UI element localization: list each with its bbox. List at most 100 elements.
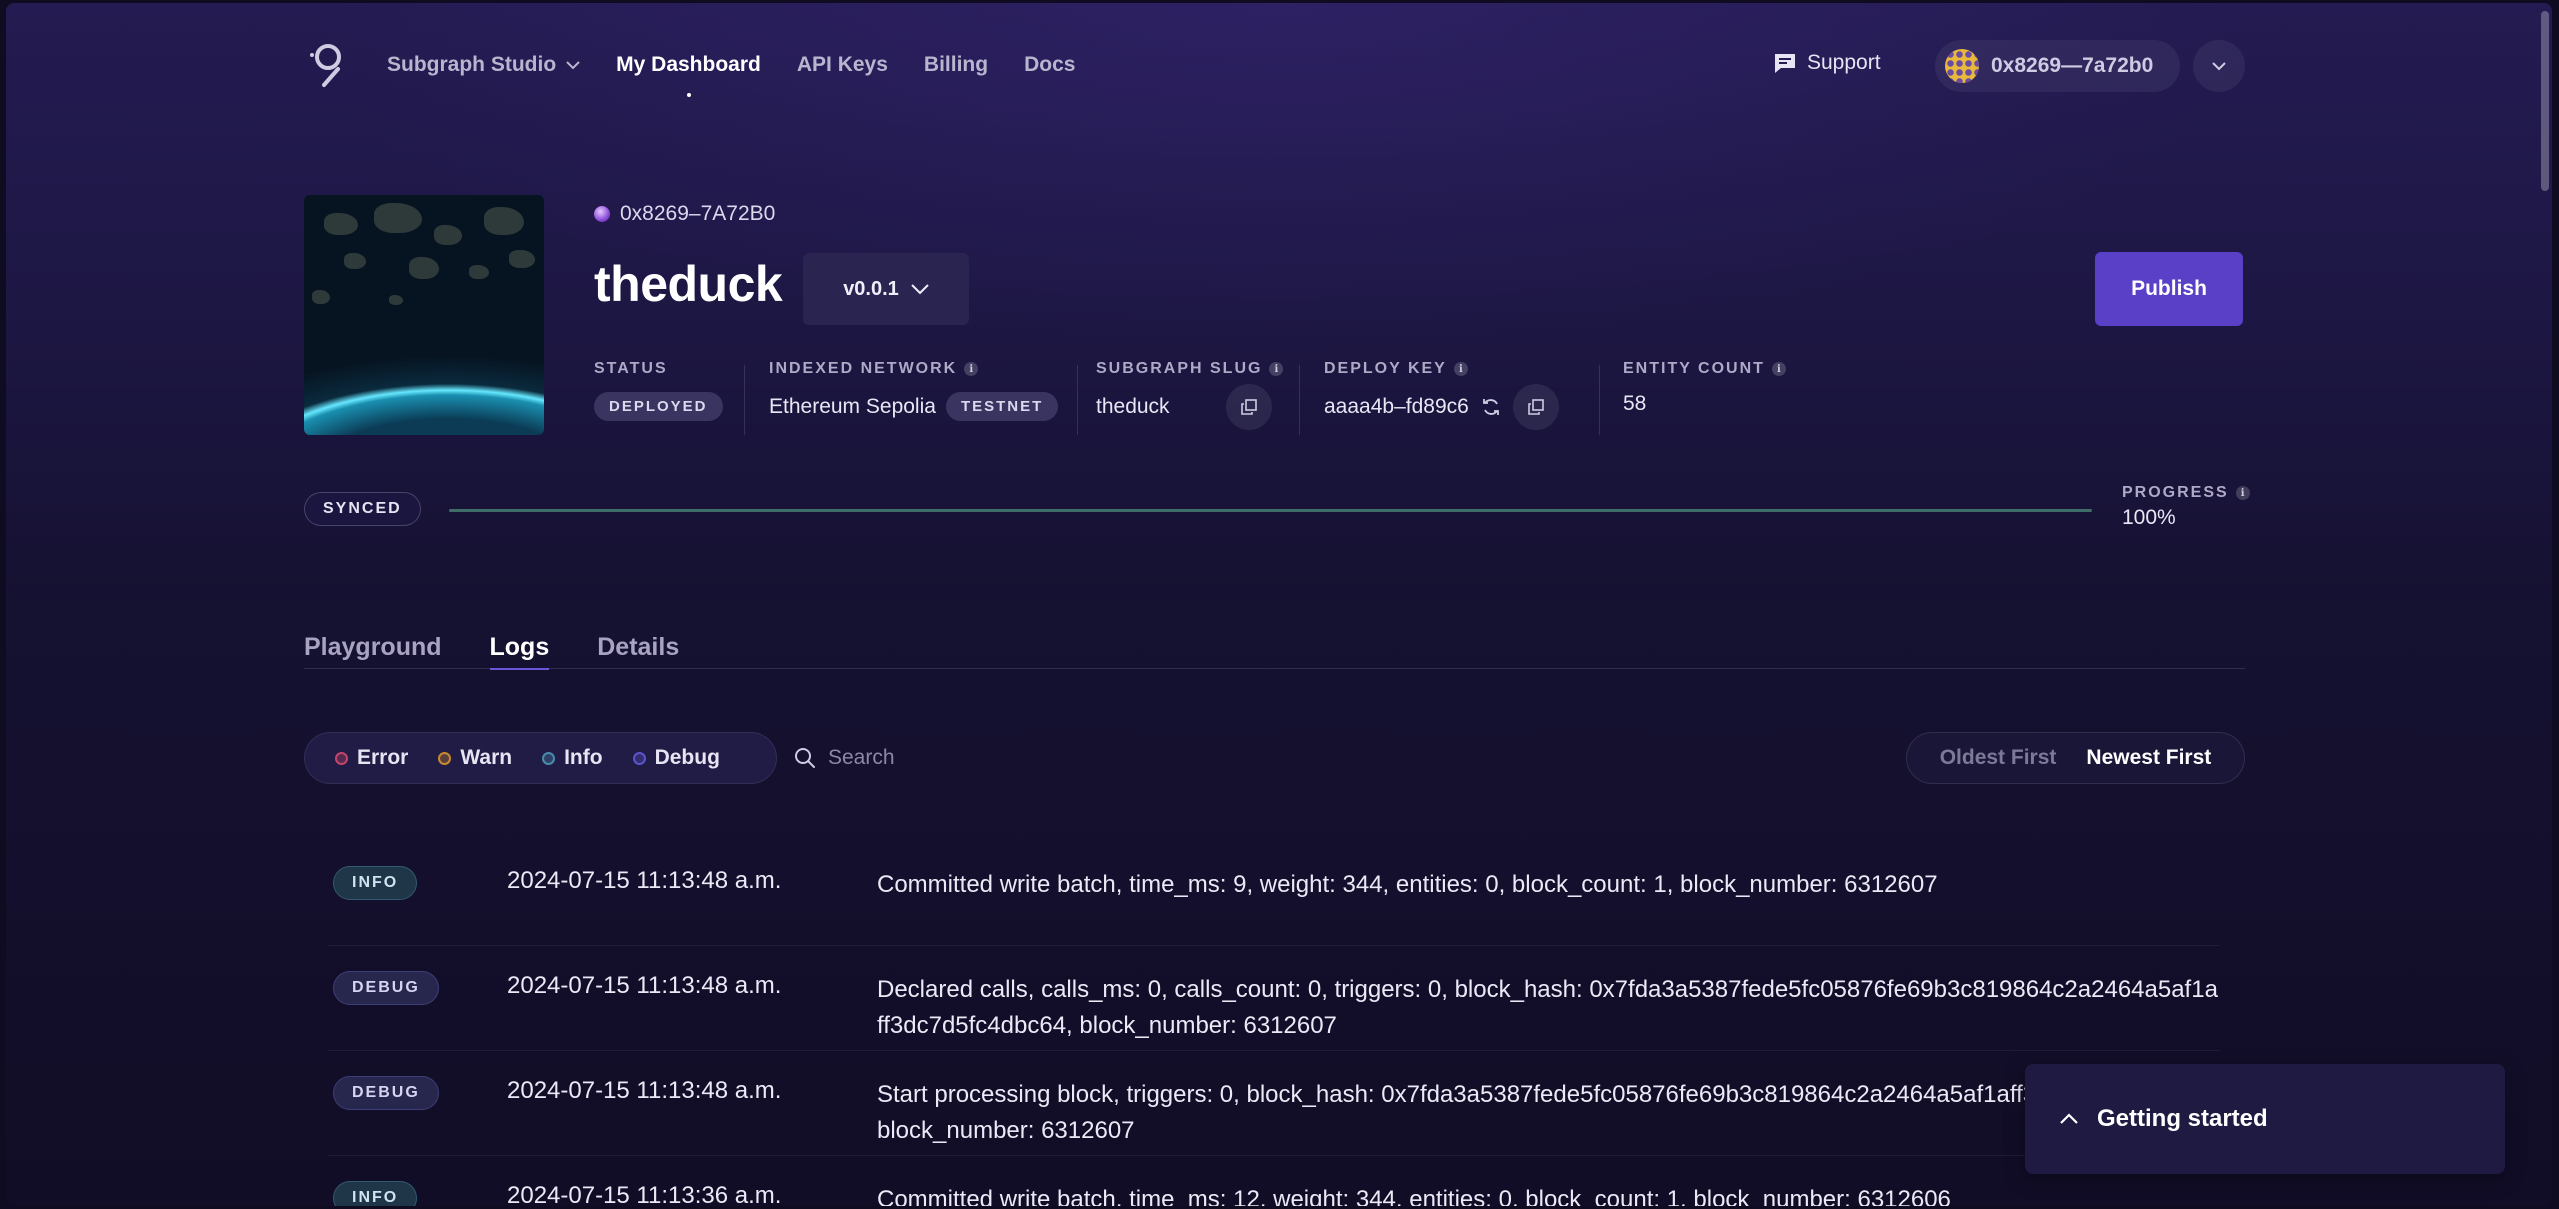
copy-slug-button[interactable]: [1226, 384, 1272, 430]
chevron-down-icon: [911, 283, 929, 294]
log-level-badge: INFO: [333, 866, 418, 900]
copy-icon: [1528, 399, 1544, 415]
info-icon[interactable]: i: [2235, 486, 2250, 500]
the-graph-logo[interactable]: [310, 41, 350, 89]
getting-started-label: Getting started: [2097, 1105, 2268, 1132]
account-address: 0x8269—7a72b0: [1991, 54, 2154, 77]
nav-label: Subgraph Studio: [387, 53, 557, 76]
status-label: STATUS: [594, 360, 668, 377]
nav-docs[interactable]: Docs: [1024, 53, 1075, 77]
log-timestamp: 2024-07-15 11:13:36 a.m.: [507, 1182, 782, 1206]
filter-warn[interactable]: Warn: [438, 746, 512, 770]
info-icon[interactable]: i: [1453, 362, 1468, 376]
nav-subgraph-studio[interactable]: Subgraph Studio: [387, 53, 580, 77]
info-dot-icon: [542, 751, 556, 765]
nav-my-dashboard[interactable]: My Dashboard: [616, 53, 761, 77]
account-button[interactable]: 0x8269—7a72b0: [1935, 40, 2180, 92]
status-section: STATUS DEPLOYED: [594, 360, 723, 440]
publish-button[interactable]: Publish: [2095, 252, 2243, 326]
owner-address: 0x8269–7A72B0: [594, 202, 775, 226]
chevron-down-icon: [2212, 61, 2226, 70]
log-timestamp: 2024-07-15 11:13:48 a.m.: [507, 1077, 782, 1104]
entity-count-label: ENTITY COUNT: [1623, 360, 1765, 377]
log-timestamp: 2024-07-15 11:13:48 a.m.: [507, 972, 782, 999]
info-icon[interactable]: i: [1771, 362, 1786, 376]
deploy-key-label: DEPLOY KEY: [1324, 360, 1447, 377]
info-icon[interactable]: i: [1269, 362, 1284, 376]
nav-billing[interactable]: Billing: [924, 53, 988, 77]
progress-label: PROGRESS: [2122, 484, 2229, 501]
log-list: INFO 2024-07-15 11:13:48 a.m. Committed …: [328, 841, 2220, 1206]
account-menu-toggle[interactable]: [2193, 40, 2245, 92]
progress-label-row: PROGRESS i: [2122, 484, 2250, 502]
subgraph-image: [304, 195, 544, 435]
status-badge: DEPLOYED: [594, 392, 723, 421]
sync-progress-bar: [449, 509, 2092, 512]
subgraph-title: theduck: [594, 256, 783, 312]
network-section: INDEXED NETWORK i Ethereum Sepolia TESTNE…: [769, 360, 1059, 440]
filter-label: Warn: [460, 746, 513, 769]
app-window: Subgraph Studio My Dashboard API Keys Bi…: [6, 3, 2552, 1206]
owner-address-text: 0x8269–7A72B0: [620, 202, 776, 225]
network-value: Ethereum Sepolia: [769, 394, 936, 418]
tab-details[interactable]: Details: [597, 633, 679, 669]
debug-dot-icon: [632, 751, 646, 765]
sort-oldest-first[interactable]: Oldest First: [1940, 746, 2057, 770]
filter-label: Debug: [654, 746, 720, 769]
log-search: [794, 743, 1394, 773]
filter-error[interactable]: Error: [335, 746, 408, 770]
sort-newest-first[interactable]: Newest First: [2086, 746, 2211, 770]
testnet-badge: TESTNET: [945, 392, 1059, 421]
tab-playground[interactable]: Playground: [304, 633, 442, 669]
log-level-filters: Error Warn Info Debug: [304, 732, 777, 784]
divider: [1599, 365, 1600, 435]
copy-deploy-key-button[interactable]: [1512, 384, 1559, 430]
chat-icon: [1775, 54, 1795, 73]
log-level-badge: DEBUG: [333, 1076, 439, 1110]
sync-status-badge: SYNCED: [304, 492, 421, 526]
log-timestamp: 2024-07-15 11:13:48 a.m.: [507, 867, 782, 894]
tab-logs[interactable]: Logs: [489, 633, 549, 670]
version-select[interactable]: v0.0.1: [803, 253, 969, 325]
entity-count-value: 58: [1623, 392, 1647, 415]
log-message: Committed write batch, time_ms: 9, weigh…: [877, 871, 1938, 898]
search-icon: [795, 748, 815, 768]
scrollbar[interactable]: [2538, 3, 2552, 1206]
filter-label: Info: [564, 746, 603, 769]
network-label: INDEXED NETWORK: [769, 360, 958, 377]
log-row: DEBUG 2024-07-15 11:13:48 a.m. Declared …: [328, 946, 2220, 1051]
getting-started-panel[interactable]: Getting started: [2025, 1064, 2505, 1174]
support-button[interactable]: Support: [1773, 51, 1881, 75]
scrollbar-thumb[interactable]: [2541, 11, 2549, 191]
chevron-up-icon: [2060, 1113, 2078, 1124]
filter-info[interactable]: Info: [542, 746, 603, 770]
progress-value: 100%: [2122, 506, 2176, 529]
divider: [1077, 365, 1078, 435]
log-row: DEBUG 2024-07-15 11:13:48 a.m. Start pro…: [328, 1051, 2220, 1156]
sync-progress-fill: [449, 509, 2092, 512]
top-header: Subgraph Studio My Dashboard API Keys Bi…: [6, 3, 2552, 123]
divider: [744, 365, 745, 435]
log-message: Declared calls, calls_ms: 0, calls_count…: [877, 976, 2218, 1039]
chevron-down-icon: [566, 60, 580, 69]
slug-value: theduck: [1096, 395, 1170, 418]
deploy-key-section: DEPLOY KEY i aaaa4b–fd89c6: [1324, 360, 1559, 440]
search-input[interactable]: [828, 746, 1328, 770]
log-level-badge: DEBUG: [333, 971, 439, 1005]
filter-label: Error: [357, 746, 409, 769]
owner-avatar: [594, 206, 610, 222]
log-message: Committed write batch, time_ms: 12, weig…: [877, 1186, 1951, 1206]
slug-label: SUBGRAPH SLUG: [1096, 360, 1263, 377]
support-label: Support: [1807, 51, 1881, 74]
filter-debug[interactable]: Debug: [632, 746, 720, 770]
info-icon[interactable]: i: [964, 362, 979, 376]
nav-api-keys[interactable]: API Keys: [797, 53, 888, 77]
deploy-key-value: aaaa4b–fd89c6: [1324, 395, 1469, 418]
log-message: Start processing block, triggers: 0, blo…: [877, 1081, 2206, 1144]
refresh-icon[interactable]: [1481, 397, 1501, 417]
divider: [1299, 365, 1300, 435]
copy-icon: [1241, 399, 1257, 415]
log-level-badge: INFO: [333, 1181, 418, 1206]
subgraph-tabs: Playground Logs Details: [304, 633, 2245, 670]
error-dot-icon: [335, 751, 348, 765]
